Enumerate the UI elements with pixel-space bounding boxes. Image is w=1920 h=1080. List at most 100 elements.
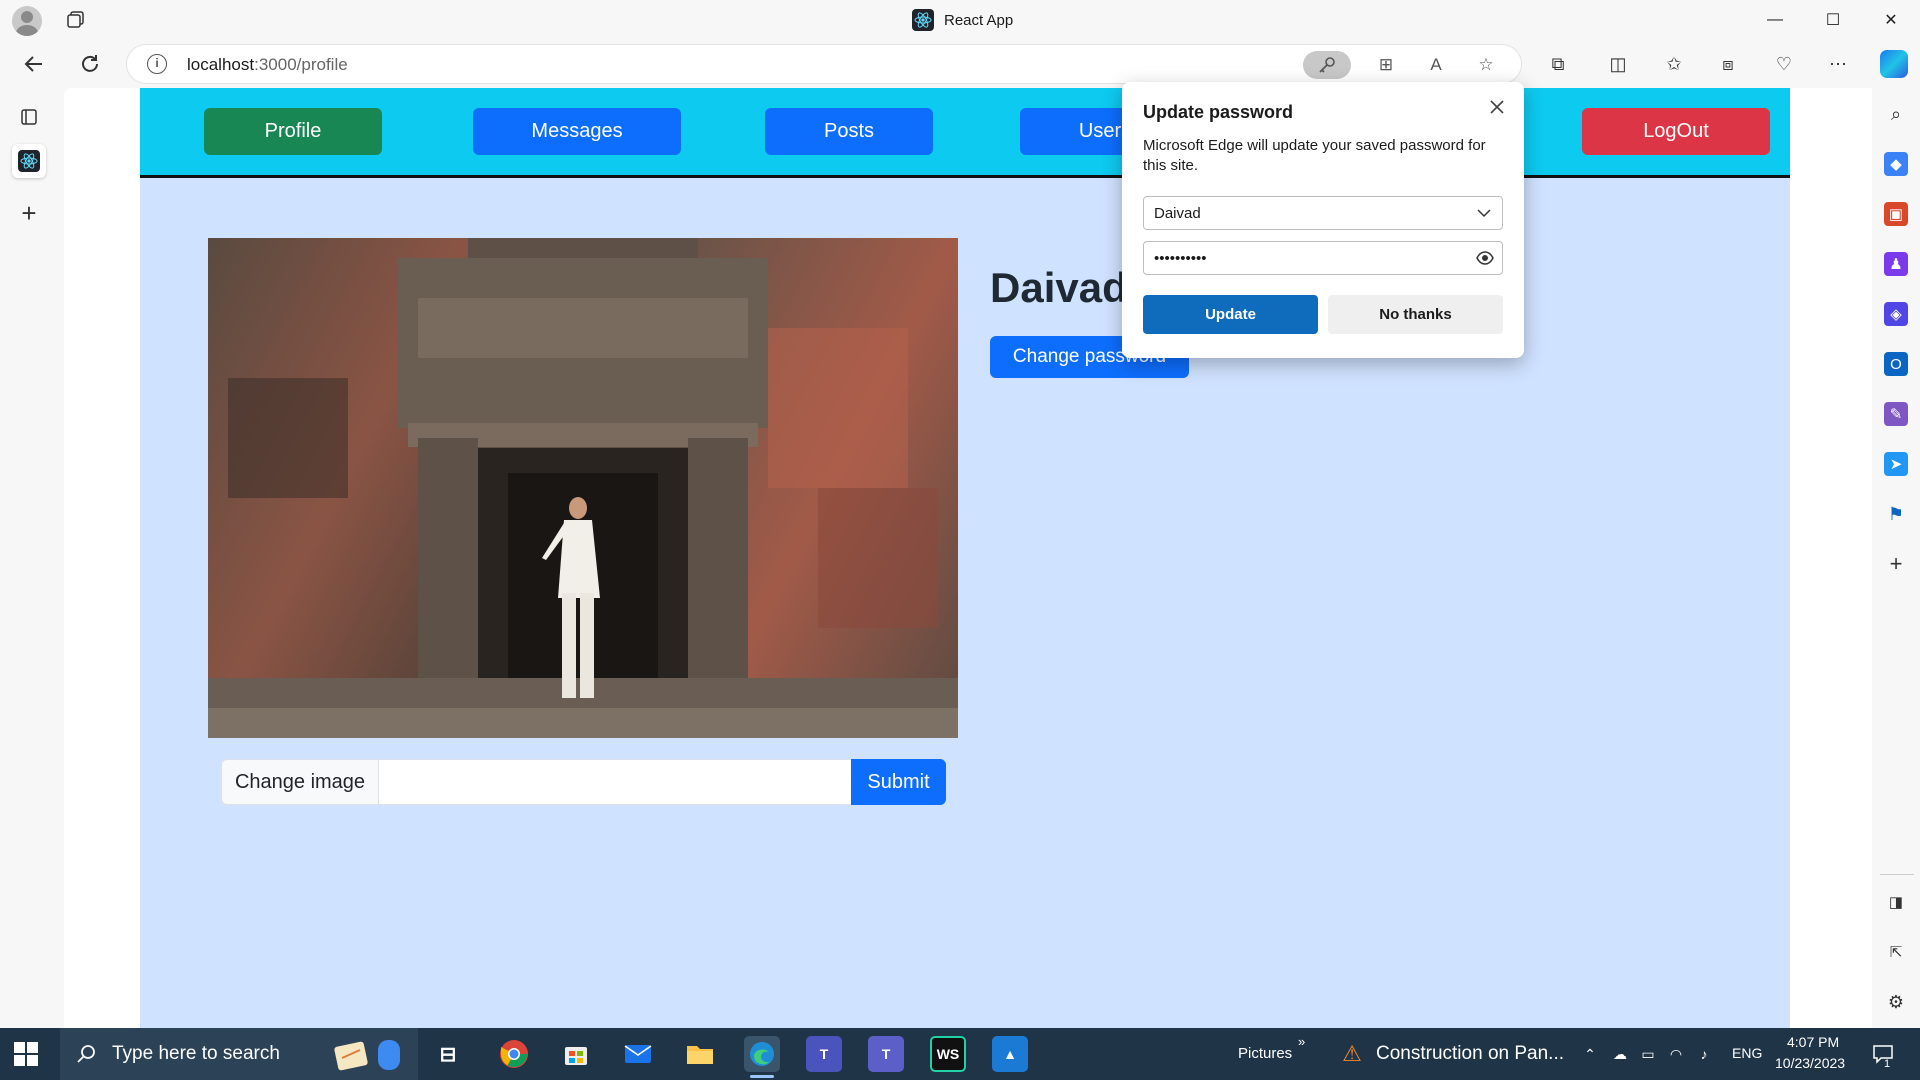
add-sidebar-app-icon[interactable]: +	[1884, 551, 1908, 576]
notification-icon[interactable]	[1870, 1045, 1896, 1064]
wifi-icon[interactable]: ◠	[1666, 1045, 1686, 1063]
react-app: Profile Messages Posts Users LogOut Daiv…	[140, 88, 1790, 1028]
pictures-toolbar[interactable]: Pictures	[1238, 1045, 1292, 1062]
workspaces-icon[interactable]	[66, 10, 86, 30]
clock-time[interactable]: 4:07 PM	[1787, 1034, 1839, 1050]
collections-icon[interactable]: ⧈	[1716, 52, 1740, 76]
favorites-icon[interactable]: ✩	[1662, 52, 1686, 76]
onedrive-icon[interactable]: ☁	[1610, 1045, 1630, 1063]
read-aloud-icon[interactable]: A	[1425, 54, 1447, 76]
notification-count: 1	[1884, 1058, 1891, 1070]
update-password-dialog: Update password Microsoft Edge will upda…	[1122, 82, 1524, 358]
split-screen-icon[interactable]: ◫	[1606, 52, 1630, 76]
refresh-icon[interactable]	[76, 50, 104, 78]
username-heading: Daivad	[990, 264, 1128, 311]
react-tab-icon	[18, 150, 40, 172]
designer-icon[interactable]: ✎	[1884, 402, 1908, 426]
new-tab-icon[interactable]: +	[12, 196, 46, 230]
submit-image-button[interactable]: Submit	[851, 759, 946, 805]
copilot-icon[interactable]	[1880, 50, 1908, 78]
microsoft-365-icon[interactable]: ◈	[1884, 302, 1908, 326]
dialog-title: Update password	[1143, 102, 1294, 122]
address-bar[interactable]: i localhost:3000/profile ⊞ A ☆	[126, 44, 1522, 84]
taskbar-search-box[interactable]: Type here to search	[60, 1028, 418, 1080]
teams-new-app-icon[interactable]: T	[806, 1036, 842, 1072]
news-widget-text[interactable]: Construction on Pan...	[1376, 1043, 1564, 1065]
open-external-icon[interactable]: ⇱	[1884, 940, 1908, 964]
search-highlight-art-icon	[334, 1040, 400, 1071]
language-indicator[interactable]: ENG	[1732, 1045, 1762, 1061]
password-field[interactable]: ••••••••••	[1143, 241, 1503, 275]
site-info-icon[interactable]: i	[147, 54, 167, 74]
edge-sidebar: ⌕ ◆ ▣ ♟ ◈ O ✎ ➤ ⚑ + ◨ ⇱ ⚙	[1872, 88, 1920, 1028]
nav-messages-button[interactable]: Messages	[473, 108, 681, 155]
volume-icon[interactable]: ♪	[1694, 1045, 1714, 1063]
back-icon[interactable]	[20, 50, 48, 78]
nav-posts-button[interactable]: Posts	[765, 108, 933, 155]
hide-sidebar-icon[interactable]: ◨	[1884, 890, 1908, 914]
title-bar: React App — ☐ ✕	[0, 0, 1920, 40]
teams-app-icon[interactable]: T	[868, 1036, 904, 1072]
clock-date[interactable]: 10/23/2023	[1775, 1055, 1845, 1071]
construction-news-icon[interactable]: ⚠	[1336, 1040, 1368, 1068]
tools-icon[interactable]: ▣	[1884, 202, 1908, 226]
url-text[interactable]: localhost:3000/profile	[187, 55, 348, 75]
task-view-icon[interactable]: ⊟	[430, 1036, 466, 1072]
username-select[interactable]: Daivad	[1143, 196, 1503, 230]
username-value: Daivad	[1154, 204, 1201, 222]
update-button[interactable]: Update	[1143, 295, 1318, 334]
browser-essentials-icon[interactable]: ♡	[1772, 52, 1796, 76]
file-explorer-icon[interactable]	[682, 1036, 718, 1072]
more-menu-icon[interactable]: ⋯	[1826, 52, 1850, 76]
search-icon	[77, 1045, 95, 1063]
close-window-button[interactable]: ✕	[1862, 0, 1920, 40]
react-logo-icon	[912, 9, 934, 31]
no-thanks-button[interactable]: No thanks	[1328, 295, 1503, 334]
dialog-description: Microsoft Edge will update your saved pa…	[1143, 137, 1486, 174]
outlook-icon[interactable]: O	[1884, 352, 1908, 376]
minimize-button[interactable]: —	[1746, 0, 1804, 40]
flag-icon[interactable]: ⚑	[1884, 502, 1908, 526]
app-available-icon[interactable]: ⊞	[1375, 54, 1397, 76]
search-sidebar-icon[interactable]: ⌕	[1884, 102, 1908, 126]
web-viewport: Profile Messages Posts Users LogOut Daiv…	[64, 88, 1872, 1028]
window-title: React App	[912, 9, 1013, 31]
favorite-star-icon[interactable]: ☆	[1475, 54, 1497, 76]
image-upload-group: Change image Submit	[221, 759, 946, 805]
store-app-icon[interactable]	[558, 1036, 594, 1072]
app-navbar: Profile Messages Posts Users LogOut	[140, 88, 1790, 178]
image-url-input[interactable]	[379, 759, 851, 805]
chevron-down-icon	[1477, 209, 1491, 218]
extensions-icon[interactable]: ⧉	[1546, 52, 1570, 76]
games-icon[interactable]: ♟	[1884, 252, 1908, 276]
webstorm-app-icon[interactable]: WS	[930, 1036, 966, 1072]
edge-app-icon[interactable]	[744, 1036, 780, 1078]
active-indicator	[750, 1075, 774, 1078]
send-icon[interactable]: ➤	[1884, 452, 1908, 476]
show-password-eye-icon[interactable]	[1476, 250, 1494, 266]
chrome-app-icon[interactable]	[496, 1036, 532, 1072]
sidebar-divider	[1880, 874, 1914, 875]
tab-actions-icon[interactable]	[12, 100, 46, 134]
profile-avatar-icon[interactable]	[12, 6, 42, 36]
mail-app-icon[interactable]	[620, 1036, 656, 1072]
shopping-icon[interactable]: ◆	[1884, 152, 1908, 176]
browser-toolbar: i localhost:3000/profile ⊞ A ☆ ⧉ ◫ ✩ ⧈ ♡…	[0, 40, 1920, 88]
tab-react-app[interactable]	[12, 144, 46, 178]
logout-button[interactable]: LogOut	[1582, 108, 1770, 155]
restore-button[interactable]: ☐	[1804, 0, 1862, 40]
window-title-text: React App	[944, 11, 1014, 29]
photos-app-icon[interactable]: ▲	[992, 1036, 1028, 1072]
windows-taskbar: Type here to search ⊟ T T WS ▲ Pictures …	[0, 1028, 1920, 1080]
change-image-label[interactable]: Change image	[221, 759, 379, 805]
windows-start-icon[interactable]	[14, 1042, 38, 1066]
toolbar-expand-icon[interactable]: »	[1298, 1034, 1305, 1049]
nav-profile-button[interactable]: Profile	[204, 108, 382, 155]
close-icon[interactable]	[1486, 96, 1508, 118]
vertical-tabs-panel: +	[0, 88, 58, 1028]
password-key-icon[interactable]	[1303, 51, 1351, 79]
sidebar-settings-icon[interactable]: ⚙	[1884, 990, 1908, 1014]
show-hidden-icons-icon[interactable]: ⌃	[1580, 1045, 1600, 1063]
search-placeholder: Type here to search	[112, 1043, 280, 1064]
battery-icon[interactable]: ▭	[1638, 1045, 1658, 1063]
